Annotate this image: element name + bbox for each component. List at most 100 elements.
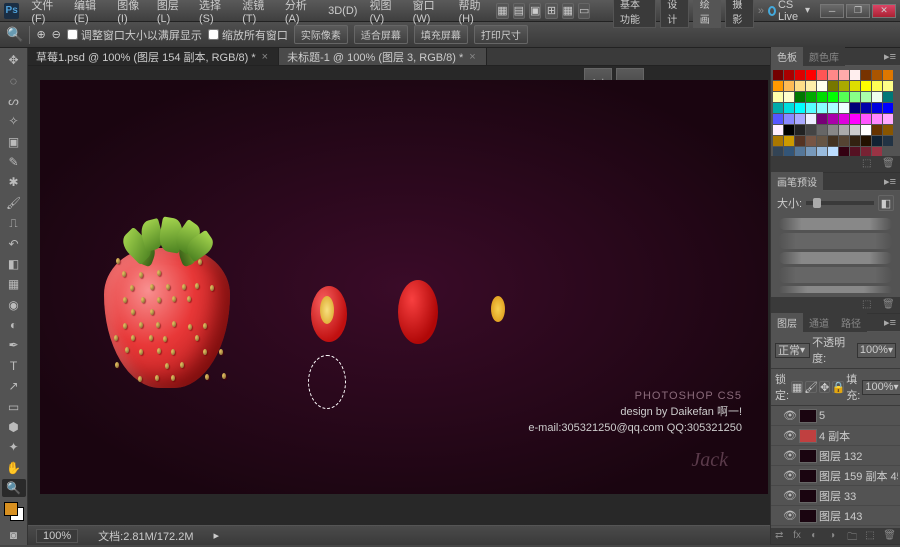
swatch[interactable] [817,125,827,135]
swatch[interactable] [795,147,805,156]
new-layer-icon[interactable]: ⬚ [865,530,877,542]
swatch[interactable] [828,92,838,102]
swatch[interactable] [883,136,893,146]
menu-edit[interactable]: 编辑(E) [68,0,111,25]
swatch[interactable] [872,103,882,113]
color-lib-tab[interactable]: 颜色库 [803,47,845,66]
swatch[interactable] [817,103,827,113]
lock-all-icon[interactable]: 🔒 [832,381,844,393]
actual-pixels-button[interactable]: 实际像素 [294,25,348,44]
marquee-tool[interactable]: ◌ [2,71,26,89]
fit-screen-button[interactable]: 适合屏幕 [354,25,408,44]
opacity-input[interactable]: 100%▾ [857,343,896,358]
swatch[interactable] [850,114,860,124]
pen-tool[interactable]: ✒ [2,336,26,354]
swatch[interactable] [861,125,871,135]
adj-layer-icon[interactable]: ◑ [829,530,841,542]
swatch[interactable] [850,125,860,135]
swatch[interactable] [806,114,816,124]
gradient-tool[interactable]: ▦ [2,275,26,293]
swatch[interactable] [872,136,882,146]
menu-help[interactable]: 帮助(H) [452,0,496,25]
layer-row[interactable]: 👁图层 143 [771,506,900,526]
document-tab-2[interactable]: 未标题-1 @ 100% (图层 3, RGB/8) *× [279,48,487,65]
visibility-toggle[interactable]: 👁 [783,489,797,502]
print-size-button[interactable]: 打印尺寸 [474,25,528,44]
swatch[interactable] [828,147,838,156]
brush-tool[interactable]: 🖌 [2,194,26,212]
window-minimize-button[interactable]: ─ [820,4,844,18]
layer-thumbnail[interactable] [799,429,817,443]
swatch[interactable] [883,92,893,102]
swatch[interactable] [828,70,838,80]
delete-swatch-icon[interactable]: 🗑 [882,158,896,170]
new-group-icon[interactable]: 🗀 [847,530,859,542]
swatch[interactable] [883,114,893,124]
swatch[interactable] [861,136,871,146]
delete-layer-icon[interactable]: 🗑 [883,530,896,542]
swatch[interactable] [806,125,816,135]
swatch[interactable] [850,70,860,80]
swatch[interactable] [828,81,838,91]
visibility-toggle[interactable]: 👁 [783,429,797,442]
layer-thumbnail[interactable] [799,509,817,523]
wand-tool[interactable]: ✧ [2,112,26,130]
visibility-toggle[interactable]: 👁 [783,409,797,422]
swatch[interactable] [817,114,827,124]
layer-fx-icon[interactable]: fx [793,530,805,542]
swatch[interactable] [839,147,849,156]
3d-tool[interactable]: ⬢ [2,418,26,436]
swatch[interactable] [784,103,794,113]
window-restore-button[interactable]: ❐ [846,4,870,18]
brush-presets-tab[interactable]: 画笔预设 [771,172,823,191]
menu-view[interactable]: 视图(V) [363,0,406,25]
layer-thumbnail[interactable] [799,409,817,423]
swatch[interactable] [872,70,882,80]
crop-tool[interactable]: ▣ [2,133,26,151]
swatch[interactable] [839,136,849,146]
zoom-level-icon[interactable]: ⊞ [545,3,557,19]
resize-windows-checkbox[interactable]: 调整窗口大小以满屏显示 [67,27,202,43]
layer-list[interactable]: 👁5👁4 副本👁图层 132👁图层 159 副本 45👁图层 33👁图层 143… [771,406,900,528]
document-tab-1[interactable]: 草莓1.psd @ 100% (图层 154 副本, RGB/8) *× [28,48,279,65]
type-tool[interactable]: T [2,357,26,375]
lock-transparent-icon[interactable]: ▦ [791,381,803,393]
swatch[interactable] [839,81,849,91]
swatch[interactable] [817,92,827,102]
swatch[interactable] [850,147,860,156]
shape-tool[interactable]: ▭ [2,397,26,415]
swatch[interactable] [806,70,816,80]
swatch[interactable] [861,70,871,80]
swatch[interactable] [872,81,882,91]
swatch[interactable] [784,92,794,102]
arrange-docs-icon[interactable]: ▦ [562,3,574,19]
swatch[interactable] [784,70,794,80]
swatch[interactable] [839,92,849,102]
new-brush-icon[interactable]: ⬚ [862,299,876,311]
menu-filter[interactable]: 滤镜(T) [236,0,279,25]
swatch[interactable] [806,103,816,113]
swatch[interactable] [795,92,805,102]
menu-image[interactable]: 图像(I) [111,0,151,25]
swatch[interactable] [773,136,783,146]
swatch[interactable] [806,136,816,146]
canvas[interactable]: PHOTOSHOP CS5 design by Daikefan 啊一! e-m… [40,80,768,494]
zoom-tool[interactable]: 🔍 [2,479,26,497]
zoom-out-icon[interactable]: ⊖ [52,28,61,41]
swatches-tab[interactable]: 色板 [771,47,803,66]
heal-tool[interactable]: ✱ [2,173,26,191]
menu-file[interactable]: 文件(F) [25,0,68,25]
swatch[interactable] [850,103,860,113]
swatch[interactable] [806,81,816,91]
swatch[interactable] [883,125,893,135]
channels-tab[interactable]: 通道 [803,313,835,332]
swatch[interactable] [795,70,805,80]
eyedropper-tool[interactable]: ✎ [2,153,26,171]
lock-position-icon[interactable]: ✥ [819,381,830,393]
eraser-tool[interactable]: ◧ [2,255,26,273]
swatch[interactable] [795,114,805,124]
swatch[interactable] [839,103,849,113]
workspace-essentials[interactable]: 基本功能 [613,0,656,28]
menu-select[interactable]: 选择(S) [193,0,236,25]
swatch[interactable] [784,125,794,135]
